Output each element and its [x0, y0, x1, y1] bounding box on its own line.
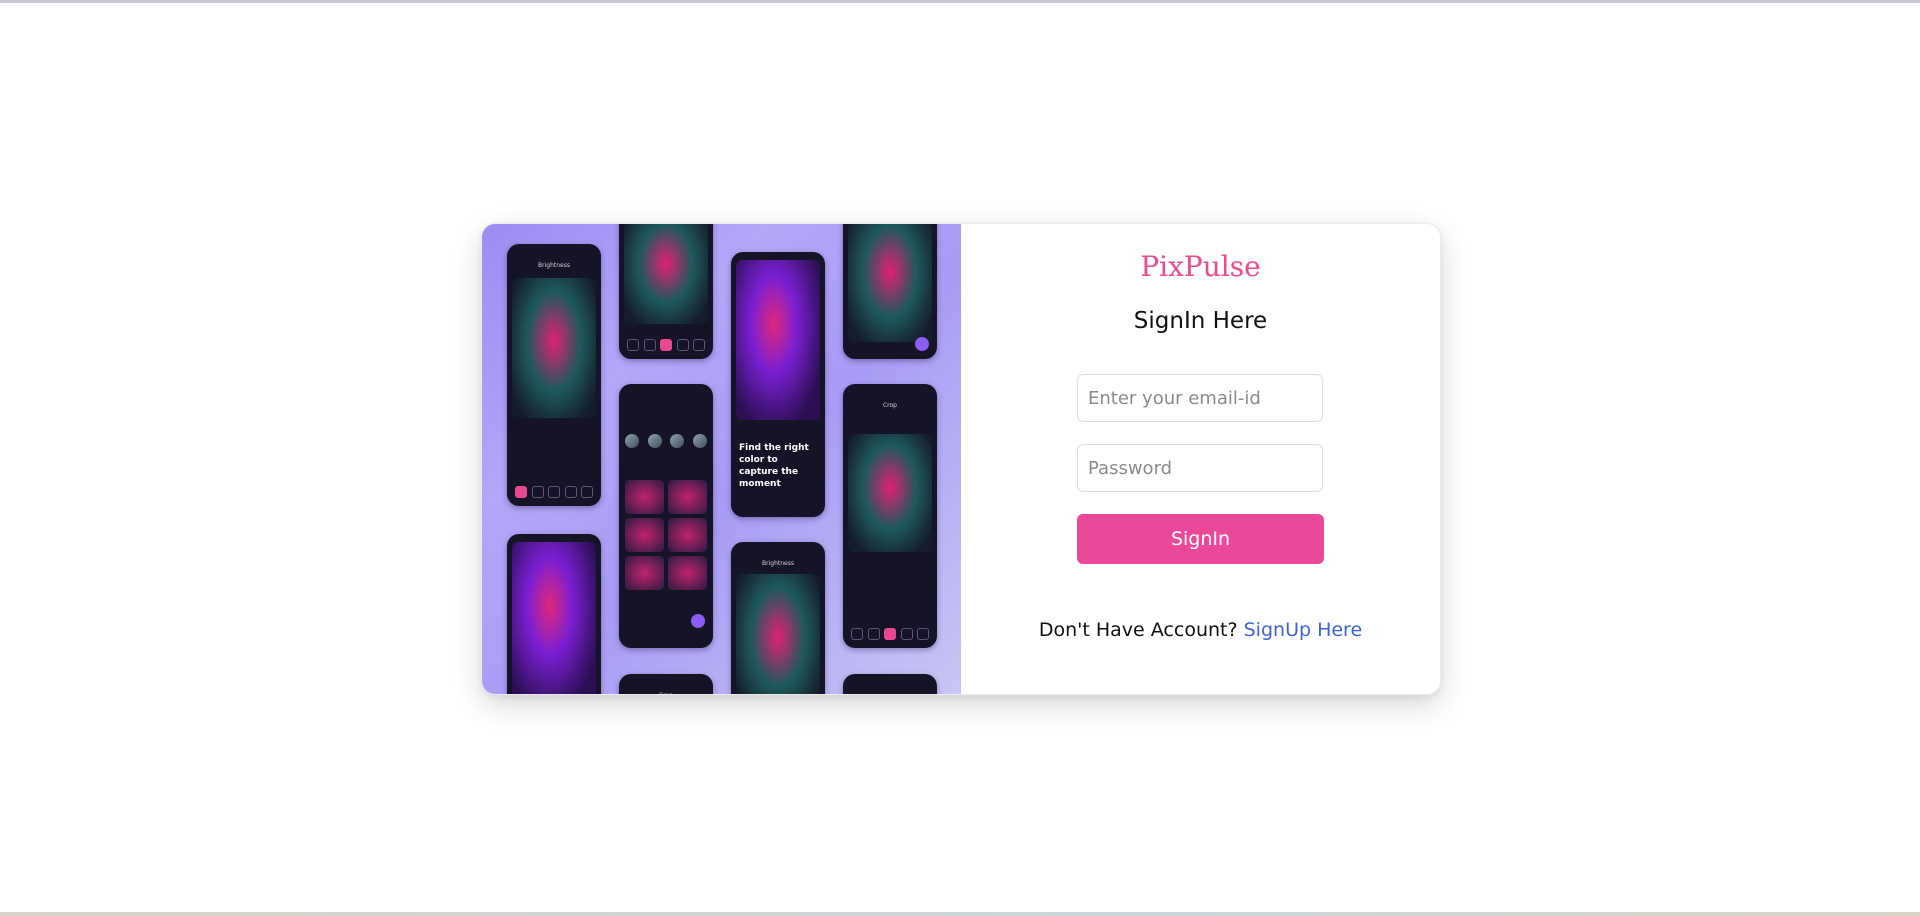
phone-mockup	[507, 534, 601, 694]
phone-toolbar	[515, 486, 593, 498]
email-input[interactable]	[1077, 374, 1323, 422]
window-top-border	[0, 0, 1920, 3]
phone-mockup: Find the right color to capture the mome…	[731, 252, 825, 517]
phone-mockup: Brightness	[507, 244, 601, 506]
hero-illustration: Brightness Crop Find the right color to …	[482, 224, 961, 694]
phone-screen-image	[736, 574, 820, 694]
login-card: Brightness Crop Find the right color to …	[481, 223, 1441, 695]
phone-toolbar	[851, 628, 929, 640]
phone-toolbar	[627, 339, 705, 351]
add-icon	[915, 337, 929, 351]
window-bottom-border	[0, 912, 1920, 916]
signin-panel: PixPulse SignIn Here SignIn Don't Have A…	[961, 224, 1440, 694]
brand-logo-text: PixPulse	[1140, 250, 1261, 283]
phone-title: Brightness	[762, 560, 794, 567]
phone-mockup: Brightness	[731, 542, 825, 694]
phone-screen-image	[512, 542, 596, 694]
phone-mockup	[619, 224, 713, 359]
avatar-row	[625, 434, 707, 448]
phone-screen-image	[848, 224, 932, 342]
phone-title: Brightness	[538, 262, 570, 269]
phone-screen-image	[512, 278, 596, 418]
page-title: SignIn Here	[1133, 308, 1268, 334]
signin-button[interactable]: SignIn	[1077, 514, 1324, 564]
promo-caption: Find the right color to capture the mome…	[739, 443, 809, 489]
phone-screen-image	[624, 224, 708, 324]
phone-screen-image	[848, 434, 932, 552]
phone-title: Crop	[619, 692, 713, 694]
phone-mockup: Crop	[843, 384, 937, 648]
photo-grid	[625, 480, 707, 590]
phone-title: Crop	[882, 402, 897, 409]
password-input[interactable]	[1077, 444, 1323, 492]
phone-mockup: Crop	[619, 674, 713, 694]
phone-mockup	[619, 384, 713, 648]
phone-mockup	[843, 224, 937, 359]
phone-mockup	[843, 674, 937, 694]
signup-prompt-text: Don't Have Account?	[1038, 619, 1238, 641]
signup-prompt-row: Don't Have Account? SignUp Here	[961, 619, 1440, 641]
signup-link[interactable]: SignUp Here	[1244, 619, 1363, 641]
add-icon	[691, 614, 705, 628]
phone-screen-image	[736, 260, 820, 420]
